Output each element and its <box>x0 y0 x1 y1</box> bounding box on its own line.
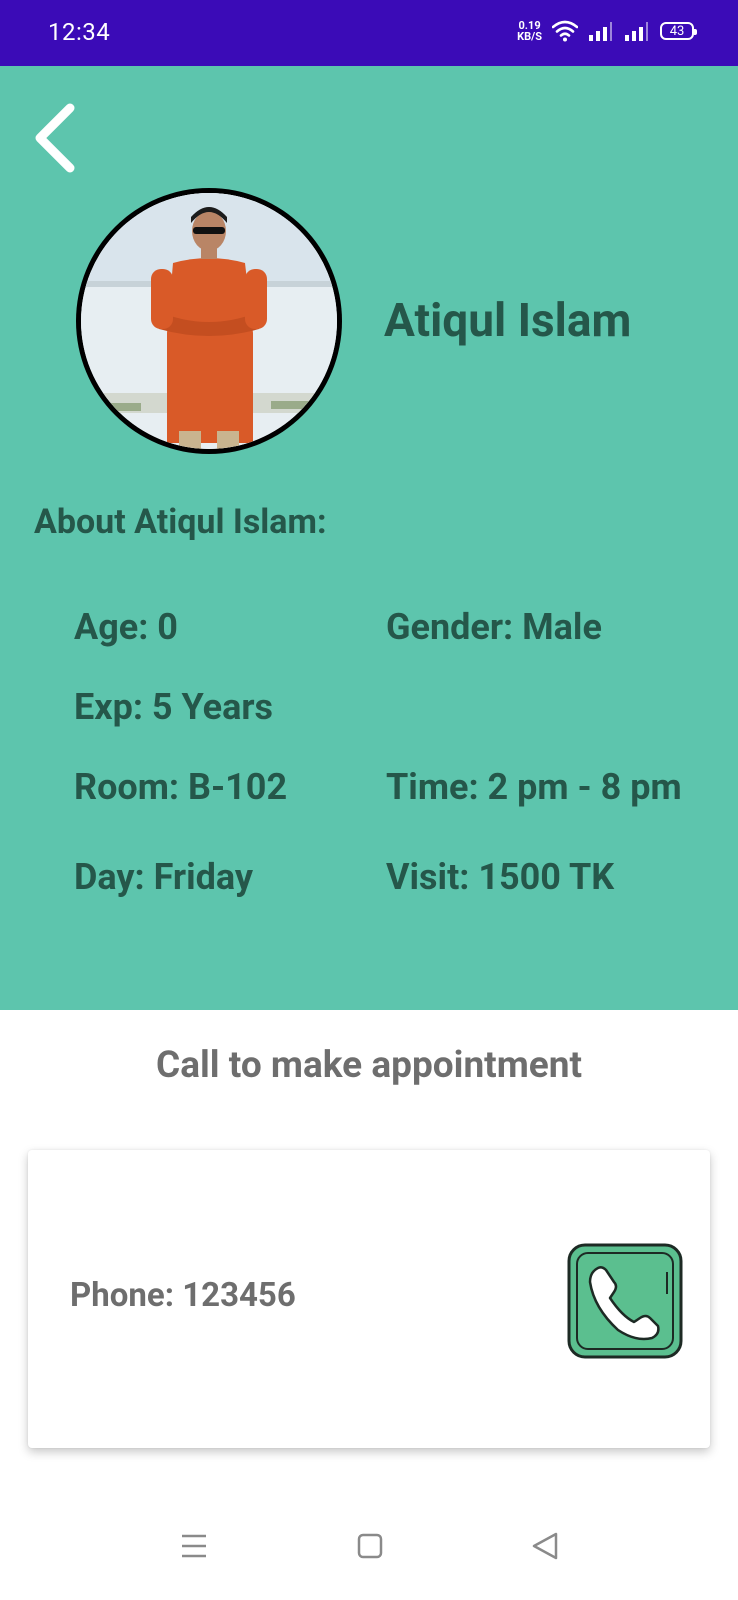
triangle-back-icon[interactable] <box>526 1526 566 1566</box>
back-button[interactable] <box>26 100 86 176</box>
network-speed: 0.19 KB/S <box>517 20 542 42</box>
phone-card: Phone: 123456 <box>28 1150 710 1448</box>
battery-level: 43 <box>669 23 685 39</box>
status-icons: 0.19 KB/S 43 <box>517 20 697 42</box>
square-home-icon[interactable] <box>350 1526 390 1566</box>
info-experience: Exp: 5 Years <box>74 686 274 728</box>
system-nav-bar <box>0 1490 738 1600</box>
wifi-icon <box>552 20 578 42</box>
doctor-avatar <box>76 188 342 454</box>
call-button[interactable] <box>566 1242 684 1360</box>
battery-icon: 43 <box>660 22 697 40</box>
appointment-title: Call to make appointment <box>156 1044 582 1087</box>
menu-icon[interactable] <box>174 1526 214 1566</box>
chevron-left-icon <box>35 103 75 173</box>
network-speed-unit: KB/S <box>517 30 542 43</box>
signal-icon-2 <box>625 22 648 41</box>
status-bar: 12:34 0.19 KB/S 43 <box>0 0 738 66</box>
info-time: Time: 2 pm - 8 pm <box>386 766 682 808</box>
info-day: Day: Friday <box>74 856 254 898</box>
doctor-photo <box>81 193 337 449</box>
info-visit-fee: Visit: 1500 TK <box>386 856 615 898</box>
signal-icon <box>589 22 612 41</box>
info-gender: Gender: Male <box>386 606 602 648</box>
info-age: Age: 0 <box>74 606 178 648</box>
doctor-profile-panel: Atiqul Islam About Atiqul Islam: Age: 0 … <box>0 66 738 1010</box>
info-room: Room: B-102 <box>74 766 288 808</box>
about-heading: About Atiqul Islam: <box>34 502 327 542</box>
phone-number: Phone: 123456 <box>70 1276 296 1315</box>
status-time: 12:34 <box>48 18 111 46</box>
doctor-name: Atiqul Islam <box>384 294 632 348</box>
